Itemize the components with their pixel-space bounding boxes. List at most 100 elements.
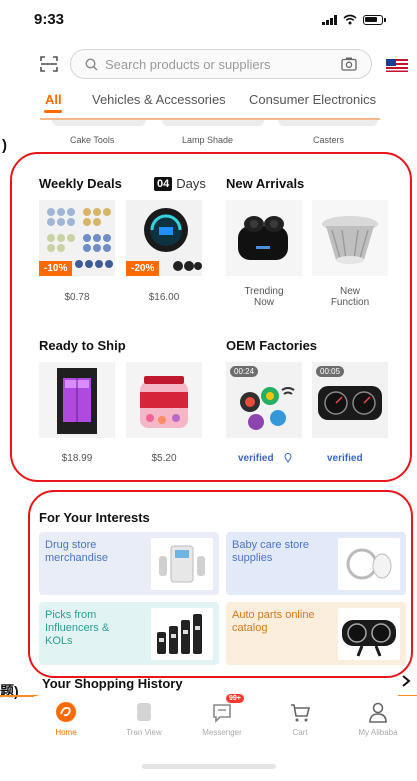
subcat-image-edge [278,120,378,126]
home-indicator [142,764,276,769]
interest-card-label: Drug store merchandise [45,539,108,564]
oem-factories-title[interactable]: OEM Factories [226,338,317,353]
subcategory-cake-tools[interactable]: Cake Tools [70,135,114,145]
discount-badge: -10% [39,261,73,276]
wifi-icon [343,14,357,25]
active-tab-indicator [44,110,62,113]
ready-to-ship-item-2[interactable] [126,362,202,438]
edge-text: ) [2,137,7,154]
interest-card-baby-care[interactable]: Baby care store supplies [226,532,406,595]
interests-title: For Your Interests [39,510,150,525]
oem-factory-item-2[interactable]: 00:05 [312,362,388,438]
ready-to-ship-price: $18.99 [61,453,93,464]
person-icon [369,702,387,723]
verified-badge: verified [238,453,274,464]
system-icons [322,14,386,25]
search-input[interactable] [105,55,335,74]
tab-label: Tran View [126,728,162,737]
tab-label: Cart [292,728,308,737]
accent-line [0,695,38,697]
scan-icon[interactable] [40,55,58,73]
ready-to-ship-item-1[interactable] [39,362,115,438]
caption-line: Trending [244,286,284,297]
tab-all[interactable]: All [45,92,62,107]
candy-jar-image [126,362,202,438]
tab-cart[interactable]: Cart [268,696,332,744]
status-bar: 9:33 [0,0,417,44]
status-time: 9:33 [34,11,65,28]
interest-card-image [338,608,400,660]
tab-tran-view[interactable]: Tran View [112,696,176,744]
subcategory-strip: Cake Tools Lamp Shade Casters [0,120,417,156]
new-arrival-item-1[interactable] [226,200,302,276]
earbuds-image [226,200,302,276]
weekly-deal-item-2[interactable]: -20% [126,200,202,276]
discount-badge: -20% [126,261,160,276]
subcat-image-edge [162,120,264,126]
interest-card-label: Baby care store supplies [232,539,310,564]
beauty-device-image [159,545,205,583]
gauge-cluster-image [342,620,396,657]
camera-icon[interactable] [341,57,357,71]
interest-card-influencers[interactable]: Picks from Influencers & KOLs [39,602,219,665]
new-arrival-caption: Trending Now [226,286,302,308]
bottles-image [157,614,202,654]
downlight-image [312,200,388,276]
subcat-image-edge [52,120,146,126]
oem-factory-item-1[interactable]: 00:24 [226,362,302,438]
caption-line: Function [330,297,370,308]
baby-product-image [346,548,392,580]
search-row [0,46,417,82]
category-tabs: All Vehicles & Accessories Consumer Elec… [0,86,417,116]
video-duration-badge: 00:05 [316,366,345,377]
search-box[interactable] [70,49,372,79]
location-pin-icon [284,453,292,463]
verified-badge: verified [327,453,363,464]
new-arrival-item-2[interactable] [312,200,388,276]
cart-icon [291,704,311,722]
ready-to-ship-title[interactable]: Ready to Ship [39,338,126,353]
interest-card-label: Auto parts online catalog [232,609,315,634]
subcategory-casters[interactable]: Casters [313,135,344,145]
edge-text: 题) [0,683,19,699]
tab-messenger[interactable]: 99+ Messenger [190,694,254,744]
us-flag-icon[interactable] [386,59,408,72]
bottom-tab-bar: Home Tran View 99+ Messenger Cart My Ali… [34,694,417,744]
days-count: 04 [154,176,173,191]
interest-card-image [151,608,213,660]
signal-icon [322,15,337,25]
grow-tent-image [39,362,115,438]
deal-price: $16.00 [148,292,180,303]
new-arrivals-title[interactable]: New Arrivals [226,176,304,191]
search-icon [85,58,98,71]
tab-home[interactable]: Home [34,696,98,744]
caption-line: New [339,286,360,297]
interests-section: For Your Interests Drug store merchandis… [34,488,414,680]
subcategory-lamp-shade[interactable]: Lamp Shade [182,135,233,145]
ready-to-ship-price: $5.20 [151,453,177,464]
caption-line: Now [253,297,274,308]
tab-my-alibaba[interactable]: My Alibaba [346,696,410,744]
messenger-badge: 99+ [226,694,244,703]
interest-card-image [151,538,213,590]
chevron-right-icon[interactable] [401,674,411,688]
interest-card-auto-parts[interactable]: Auto parts online catalog [226,602,406,665]
weekly-deal-item-1[interactable]: -10% [39,200,115,276]
days-countdown: 04 Days [154,176,206,191]
shopping-history-title[interactable]: Your Shopping History [42,676,183,691]
days-label: Days [176,176,206,191]
new-arrival-caption: New Function [312,286,388,308]
home-icon [56,702,76,722]
battery-icon [363,15,386,25]
tab-label: Home [55,728,77,737]
weekly-deals-title[interactable]: Weekly Deals [39,176,122,191]
tab-label: Messenger [202,728,242,737]
deals-grid: Weekly Deals 04 Days -10% -20% $0.78 $16… [34,164,414,482]
interest-card-image [338,538,400,590]
tab-vehicles-accessories[interactable]: Vehicles & Accessories [92,92,226,107]
deal-price: $0.78 [64,292,90,303]
interest-card-drug-store[interactable]: Drug store merchandise [39,532,219,595]
video-duration-badge: 00:24 [230,366,259,377]
tab-consumer-electronics[interactable]: Consumer Electronics [249,92,376,107]
messenger-icon [213,704,231,723]
